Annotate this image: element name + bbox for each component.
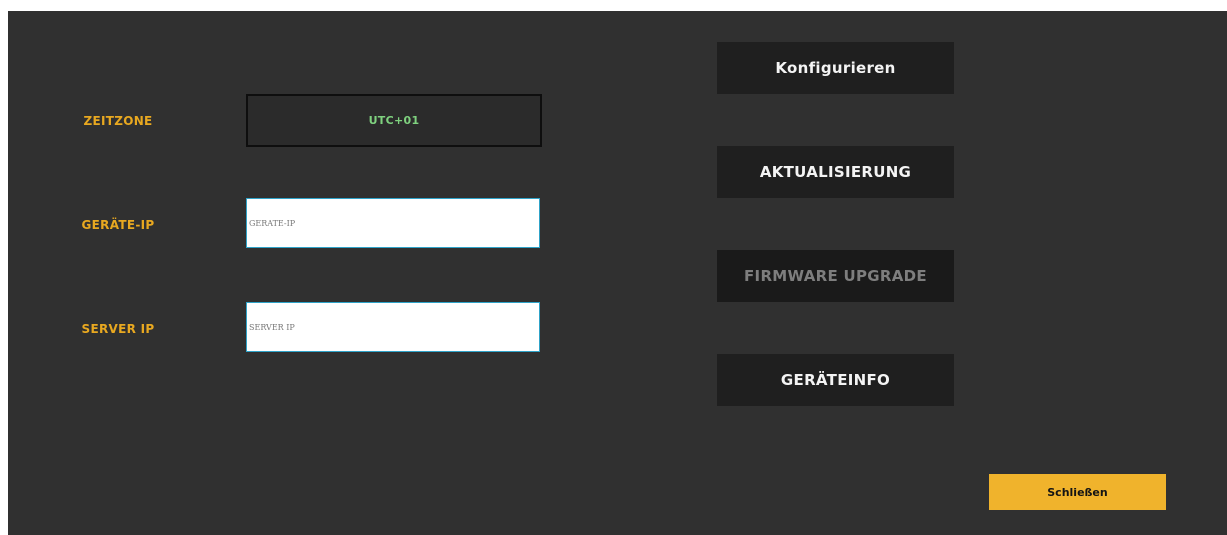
device-ip-label: GERÄTE-IP [81, 218, 155, 232]
timezone-label: ZEITZONE [83, 114, 153, 128]
configure-button[interactable]: Konfigurieren [717, 42, 954, 94]
device-info-button-label: GERÄTEINFO [780, 371, 891, 389]
update-button[interactable]: AKTUALISIERUNG [717, 146, 954, 198]
firmware-upgrade-button-label: FIRMWARE UPGRADE [744, 267, 927, 285]
update-button-label: AKTUALISIERUNG [759, 163, 912, 181]
timezone-value: UTC+01 [368, 114, 420, 127]
configure-button-label: Konfigurieren [775, 59, 896, 77]
server-ip-label: SERVER IP [81, 322, 155, 336]
device-info-button[interactable]: GERÄTEINFO [717, 354, 954, 406]
settings-panel: ZEITZONE UTC+01 GERÄTE-IP SERVER IP Konf… [8, 11, 1227, 535]
server-ip-input[interactable] [246, 302, 540, 352]
close-button[interactable]: Schließen [989, 474, 1166, 510]
timezone-select[interactable]: UTC+01 [246, 94, 542, 147]
firmware-upgrade-button: FIRMWARE UPGRADE [717, 250, 954, 302]
close-button-label: Schließen [1047, 485, 1108, 499]
device-ip-input[interactable] [246, 198, 540, 248]
